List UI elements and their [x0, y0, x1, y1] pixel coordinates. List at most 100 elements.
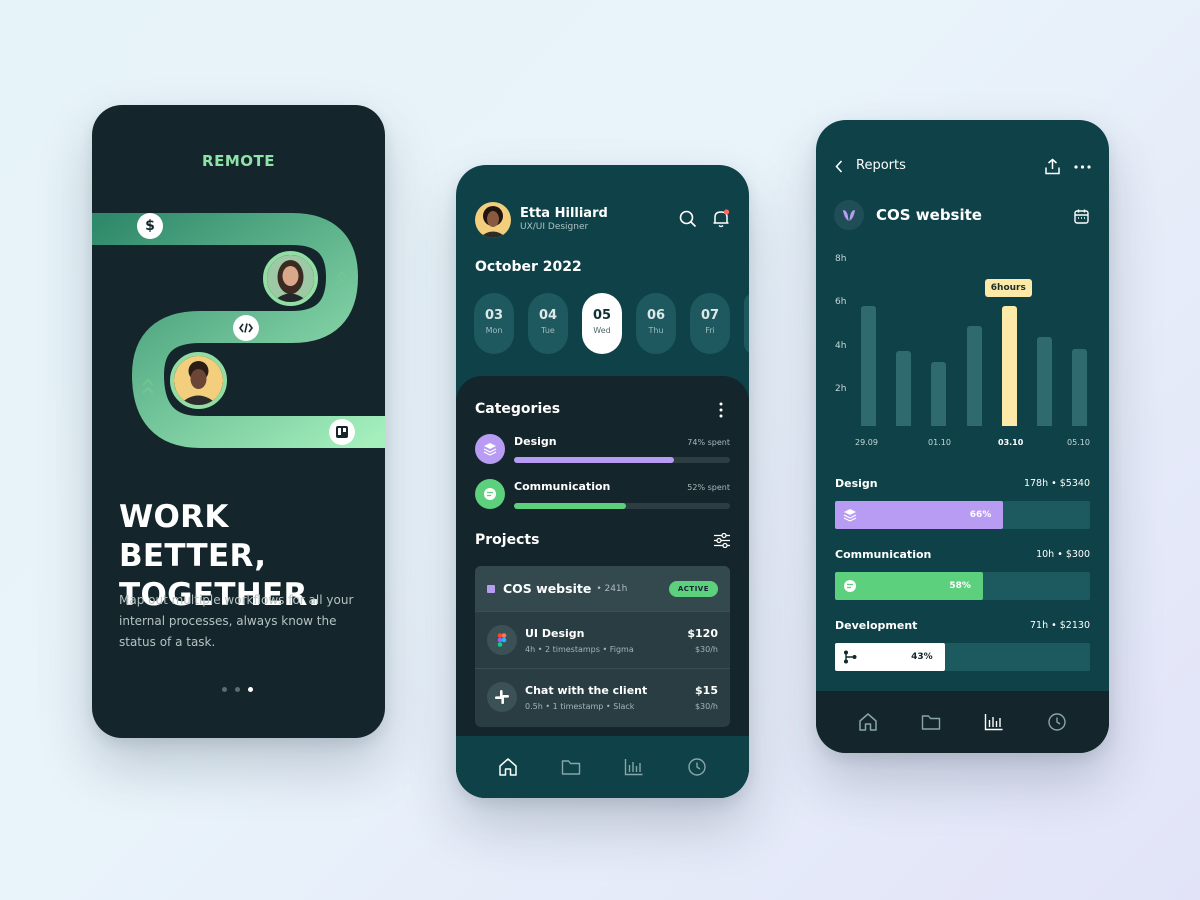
x-tick-label: 01.10	[928, 438, 951, 447]
category-name: Communication	[514, 480, 611, 493]
category-name: Development	[835, 619, 918, 632]
projects-title: Projects	[475, 532, 540, 548]
search-icon[interactable]	[679, 210, 697, 228]
chart-icon[interactable]	[624, 758, 644, 776]
more-vertical-icon[interactable]	[719, 402, 723, 418]
folder-icon[interactable]	[561, 758, 581, 776]
bottom-nav	[456, 736, 749, 798]
home-icon[interactable]	[498, 757, 518, 777]
category-percent: 58%	[949, 581, 971, 591]
dashboard-screen: Etta Hilliard UX/UI Designer October 202…	[456, 165, 749, 798]
avatar-man	[170, 352, 227, 409]
task-meta: 4h • 2 timestamps • Figma	[525, 645, 634, 654]
task-title: UI Design	[525, 627, 585, 640]
category-name: Design	[514, 435, 557, 448]
weekday: Wed	[593, 326, 611, 335]
chart-bar[interactable]	[861, 305, 876, 426]
category-fill: 58%	[835, 572, 983, 600]
day-chip[interactable]: 04 Tue	[528, 293, 568, 354]
weekday: Mon	[485, 326, 503, 335]
reports-screen: Reports COS website 8h 6h 4h 2h 6hours 2…	[816, 120, 1109, 753]
weekday: Fri	[705, 326, 715, 335]
month-title: October 2022	[475, 259, 582, 275]
dollar-symbol: $	[145, 218, 155, 234]
folder-icon[interactable]	[921, 713, 941, 731]
category-bar-fill	[514, 503, 627, 509]
weekday: Tue	[541, 326, 555, 335]
chart-bar-highlighted[interactable]	[1001, 305, 1017, 426]
task-row[interactable]: UI Design 4h • 2 timestamps • Figma $120…	[475, 611, 730, 668]
figma-icon	[487, 625, 517, 655]
message-icon	[475, 479, 505, 509]
x-tick-label: 05.10	[1067, 438, 1090, 447]
chart-bar[interactable]	[1037, 336, 1052, 426]
project-card[interactable]: COS website • 241h ACTIVE UI Design 4h •…	[475, 566, 730, 727]
categories-title: Categories	[475, 401, 561, 417]
clock-icon[interactable]	[687, 757, 707, 777]
page-indicator[interactable]	[222, 687, 253, 692]
project-color-square	[487, 584, 495, 593]
category-percent: 66%	[969, 510, 992, 520]
dollar-icon: $	[137, 213, 163, 239]
message-icon	[843, 579, 857, 593]
x-tick-label: 03.10	[998, 438, 1024, 447]
task-title: Chat with the client	[525, 684, 648, 697]
layers-icon	[843, 508, 857, 522]
day-chip-partial[interactable]	[744, 293, 749, 354]
project-title: COS website	[503, 581, 592, 596]
chart-bar[interactable]	[966, 326, 982, 426]
day-number: 05	[592, 308, 612, 323]
clock-icon[interactable]	[1047, 712, 1067, 732]
day-number: 07	[700, 308, 720, 323]
bell-icon[interactable]	[712, 209, 730, 228]
chart-bar[interactable]	[1072, 349, 1088, 426]
task-price: $15	[695, 684, 718, 697]
category-bar	[514, 503, 730, 509]
layers-icon	[475, 434, 505, 464]
home-icon[interactable]	[858, 712, 878, 732]
filter-icon[interactable]	[714, 533, 730, 548]
chart-icon[interactable]	[984, 713, 1004, 731]
category-value: 10h • $300	[1036, 549, 1090, 560]
day-chip[interactable]: 03 Mon	[474, 293, 514, 354]
category-bar	[514, 457, 730, 463]
chart-bar[interactable]	[896, 351, 912, 426]
category-value: 71h • $2130	[1030, 620, 1090, 631]
category-value: 178h • $5340	[1023, 478, 1090, 489]
project-header[interactable]: COS website • 241h ACTIVE	[475, 566, 730, 611]
category-fill: 43%	[835, 643, 945, 671]
page-dot-active[interactable]	[248, 687, 253, 692]
task-rate: $30/h	[694, 702, 718, 711]
page-dot[interactable]	[235, 687, 240, 692]
weekday: Thu	[648, 326, 664, 335]
chart-tooltip: 6hours	[984, 278, 1032, 297]
category-spent: 74% spent	[687, 438, 730, 447]
category-name: Design	[835, 477, 878, 490]
task-row[interactable]: Chat with the client 0.5h • 1 timestamp …	[475, 668, 730, 725]
category-track: 58%	[835, 572, 1090, 600]
user-name: Etta Hilliard	[520, 206, 608, 221]
page-dot[interactable]	[222, 687, 227, 692]
category-percent: 43%	[911, 652, 933, 662]
onboarding-screen: REMOTE $ WORK BETTER, TOGETHER. Map out …	[92, 105, 385, 738]
avatar-woman	[263, 251, 318, 306]
description: Map out multiple workflows for all your …	[119, 593, 354, 649]
day-chip[interactable]: 07 Fri	[690, 293, 730, 354]
trello-icon	[329, 419, 355, 445]
branch-icon	[843, 650, 857, 664]
bar-chart: 6hours	[816, 120, 1109, 440]
x-tick-label: 29.09	[855, 438, 878, 447]
category-spent: 52% spent	[687, 483, 730, 492]
task-meta: 0.5h • 1 timestamp • Slack	[525, 702, 635, 711]
day-chip[interactable]: 06 Thu	[636, 293, 676, 354]
task-rate: $30/h	[694, 645, 718, 654]
slack-icon	[487, 682, 517, 712]
task-price: $120	[687, 627, 718, 640]
category-fill: 66%	[835, 501, 1004, 529]
user-role: UX/UI Designer	[520, 222, 589, 232]
category-name: Communication	[835, 548, 932, 561]
day-chip-selected[interactable]: 05 Wed	[582, 293, 622, 354]
user-avatar[interactable]	[475, 202, 511, 238]
chart-bar[interactable]	[931, 361, 947, 426]
status-badge: ACTIVE	[668, 580, 718, 597]
